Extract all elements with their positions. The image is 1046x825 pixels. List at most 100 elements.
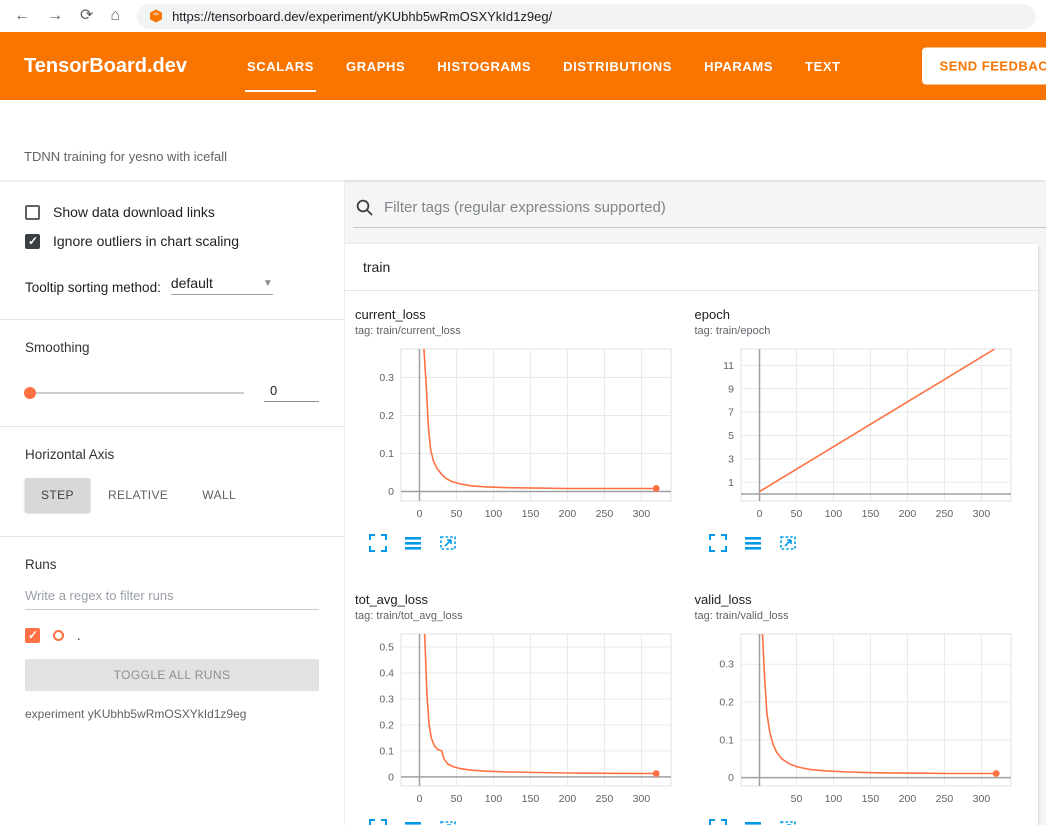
svg-text:250: 250 — [935, 793, 953, 805]
svg-text:50: 50 — [790, 508, 802, 520]
svg-text:200: 200 — [898, 508, 916, 520]
train-card: train current_loss tag: train/current_lo… — [345, 244, 1038, 825]
app-header: TensorBoard.dev SCALARS GRAPHS HISTOGRAM… — [0, 32, 1046, 100]
ignore-outliers-checkbox[interactable]: Ignore outliers in chart scaling — [25, 233, 319, 249]
experiment-title: TDNN training for yesno with icefall — [24, 149, 227, 164]
reload-icon[interactable]: ⟳ — [80, 8, 93, 24]
svg-text:0.2: 0.2 — [379, 410, 394, 422]
home-icon[interactable]: ⌂ — [110, 8, 120, 24]
slider-thumb[interactable] — [24, 387, 36, 399]
svg-text:1: 1 — [728, 477, 734, 489]
toggle-all-runs-button[interactable]: TOGGLE ALL RUNS — [25, 659, 319, 691]
tensorboard-favicon — [149, 9, 163, 23]
expand-chart-icon[interactable] — [709, 819, 729, 825]
svg-text:0.3: 0.3 — [379, 372, 394, 384]
svg-text:250: 250 — [596, 508, 614, 520]
line-chart[interactable]: 5010015020025030000.10.20.3 — [695, 628, 1017, 816]
axis-step-button[interactable]: STEP — [25, 478, 90, 512]
line-chart[interactable]: 0501001502002503001357911 — [695, 343, 1017, 531]
svg-text:0.4: 0.4 — [379, 667, 394, 679]
svg-text:200: 200 — [559, 508, 577, 520]
svg-text:300: 300 — [972, 793, 990, 805]
tab-text[interactable]: TEXT — [789, 32, 857, 100]
train-group-header[interactable]: train — [345, 244, 1038, 291]
chart-toolbar — [355, 534, 695, 554]
chart-title: current_loss — [355, 307, 695, 322]
show-download-links-checkbox[interactable]: Show data download links — [25, 204, 319, 220]
tooltip-sorting-select[interactable]: default ▼ — [171, 275, 273, 295]
experiment-id-caption: experiment yKUbhb5wRmOSXYkId1z9eg — [25, 707, 319, 721]
url-text: https://tensorboard.dev/experiment/yKUbh… — [172, 9, 552, 24]
line-chart[interactable]: 05010015020025030000.10.20.30.40.5 — [355, 628, 677, 816]
svg-text:300: 300 — [972, 508, 990, 520]
checkbox-unchecked-icon — [25, 205, 40, 220]
tab-scalars[interactable]: SCALARS — [231, 32, 330, 100]
run-checkbox-icon[interactable] — [25, 628, 40, 643]
axis-wall-button[interactable]: WALL — [186, 478, 252, 512]
svg-text:250: 250 — [935, 508, 953, 520]
smoothing-slider[interactable] — [25, 392, 244, 394]
runs-filter-input[interactable] — [25, 580, 319, 610]
tab-hparams[interactable]: HPARAMS — [688, 32, 789, 100]
back-icon[interactable]: ← — [14, 8, 30, 24]
horizontal-axis-label: Horizontal Axis — [25, 447, 319, 462]
address-bar[interactable]: https://tensorboard.dev/experiment/yKUbh… — [137, 4, 1036, 29]
fit-domain-icon[interactable] — [779, 534, 799, 554]
svg-text:9: 9 — [728, 383, 734, 395]
svg-text:0: 0 — [388, 771, 394, 783]
search-icon — [355, 198, 374, 217]
chart-tag: tag: train/epoch — [695, 325, 1035, 337]
fit-domain-icon[interactable] — [439, 534, 459, 554]
axis-relative-button[interactable]: RELATIVE — [92, 478, 184, 512]
expand-chart-icon[interactable] — [369, 534, 389, 554]
runs-selector-icon[interactable] — [404, 534, 424, 554]
tooltip-sorting-label: Tooltip sorting method: — [25, 280, 161, 295]
svg-text:300: 300 — [633, 793, 651, 805]
send-feedback-button[interactable]: SEND FEEDBACK — [922, 48, 1046, 85]
chart-title: epoch — [695, 307, 1035, 322]
fit-domain-icon[interactable] — [439, 819, 459, 825]
nav-tabs: SCALARS GRAPHS HISTOGRAMS DISTRIBUTIONS … — [231, 32, 857, 100]
tooltip-sorting-row: Tooltip sorting method: default ▼ — [25, 275, 319, 295]
runs-selector-icon[interactable] — [744, 819, 764, 825]
smoothing-value-input[interactable]: 0 — [264, 383, 319, 402]
chart-toolbar — [695, 534, 1035, 554]
chart-tag: tag: train/current_loss — [355, 325, 695, 337]
tab-graphs[interactable]: GRAPHS — [330, 32, 421, 100]
svg-text:11: 11 — [723, 360, 734, 372]
chart-toolbar — [695, 819, 1035, 825]
chart-tile: current_loss tag: train/current_loss 0 50… — [355, 307, 695, 554]
runs-label: Runs — [25, 557, 319, 572]
run-row[interactable]: . — [25, 628, 319, 643]
fit-domain-icon[interactable] — [779, 819, 799, 825]
forward-icon[interactable]: → — [47, 8, 63, 24]
chart-tag: tag: train/tot_avg_loss — [355, 610, 695, 622]
tab-histograms[interactable]: HISTOGRAMS — [421, 32, 547, 100]
expand-chart-icon[interactable] — [369, 819, 389, 825]
svg-text:150: 150 — [861, 508, 879, 520]
browser-chrome: ← → ⟳ ⌂ https://tensorboard.dev/experime… — [0, 0, 1046, 32]
svg-text:50: 50 — [451, 508, 463, 520]
tag-filter-input[interactable] — [384, 199, 1042, 216]
sidebar: Show data download links Ignore outliers… — [0, 180, 345, 825]
svg-text:150: 150 — [861, 793, 879, 805]
svg-text:3: 3 — [728, 453, 734, 465]
svg-text:0.1: 0.1 — [719, 734, 734, 746]
svg-text:0.5: 0.5 — [379, 641, 394, 653]
svg-text:100: 100 — [485, 793, 503, 805]
svg-text:150: 150 — [522, 793, 540, 805]
runs-section: Runs . TOGGLE ALL RUNS experiment yKUbhb… — [0, 536, 344, 721]
group-name: train — [363, 259, 390, 275]
runs-selector-icon[interactable] — [404, 819, 424, 825]
tag-filter-row — [353, 194, 1046, 228]
svg-text:100: 100 — [485, 508, 503, 520]
svg-text:0: 0 — [388, 486, 394, 498]
tab-distributions[interactable]: DISTRIBUTIONS — [547, 32, 688, 100]
main-panel: train current_loss tag: train/current_lo… — [345, 180, 1046, 825]
run-color-swatch-icon — [53, 630, 64, 641]
runs-selector-icon[interactable] — [744, 534, 764, 554]
expand-chart-icon[interactable] — [709, 534, 729, 554]
svg-text:0: 0 — [728, 772, 734, 784]
line-chart[interactable]: 05010015020025030000.10.20.3 — [355, 343, 677, 531]
svg-text:0.3: 0.3 — [719, 659, 734, 671]
